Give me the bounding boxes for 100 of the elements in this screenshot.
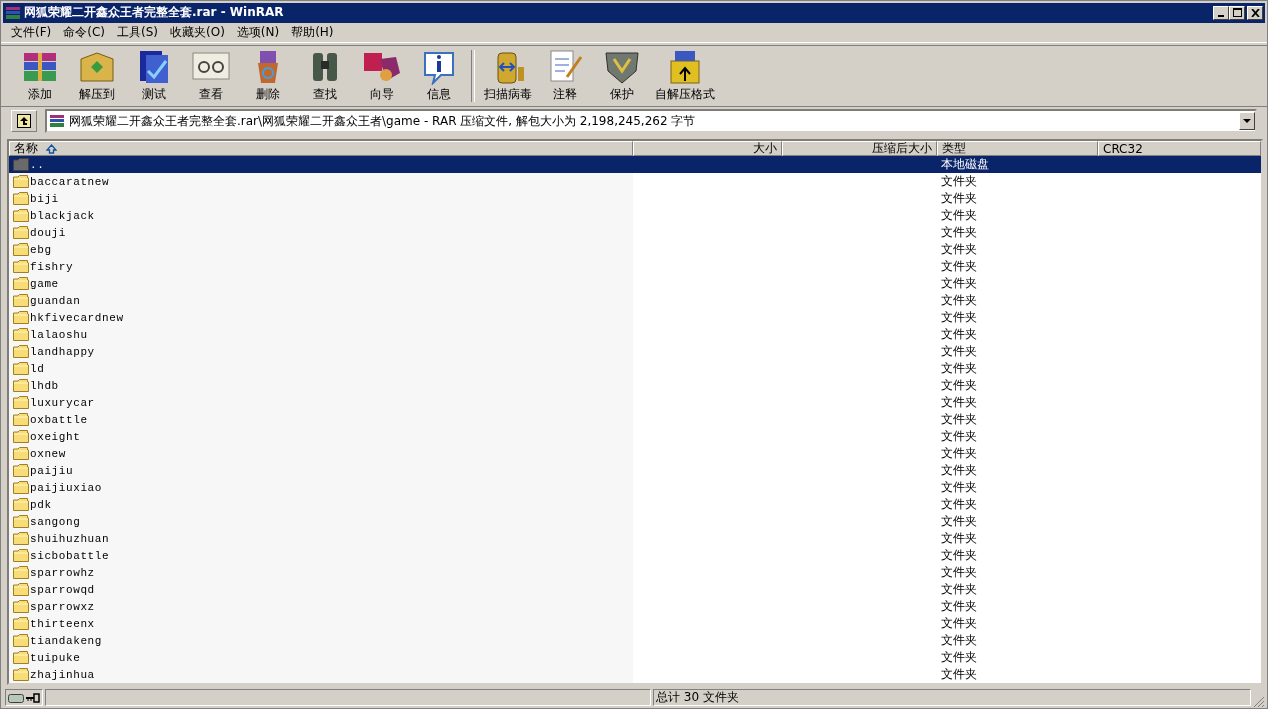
file-type: 文件夹 (941, 632, 977, 650)
folder-icon (13, 413, 29, 427)
file-row[interactable]: ebg 文件夹 (9, 241, 1261, 259)
folder-icon (13, 345, 29, 359)
close-button[interactable] (1247, 5, 1263, 20)
resize-grip-icon[interactable] (1253, 696, 1265, 708)
file-type: 文件夹 (941, 530, 977, 548)
file-type: 文件夹 (941, 343, 977, 361)
column-header[interactable]: 大小 (633, 141, 782, 157)
file-name: paijiuxiao (30, 481, 102, 494)
close-icon (1250, 8, 1260, 17)
file-type: 文件夹 (941, 394, 977, 412)
file-row[interactable]: sparrowhz 文件夹 (9, 564, 1261, 582)
file-row[interactable]: landhappy 文件夹 (9, 343, 1261, 361)
column-header[interactable]: 压缩后大小 (782, 141, 937, 157)
folder-icon (13, 447, 29, 461)
toolbar-button[interactable]: 查找 (296, 49, 353, 104)
toolbar-button[interactable]: 删除 (239, 49, 296, 104)
folder-icon (13, 600, 29, 614)
folder-icon (13, 209, 29, 223)
file-row[interactable]: tiandakeng 文件夹 (9, 632, 1261, 650)
file-row[interactable]: tuipuke 文件夹 (9, 649, 1261, 667)
file-row[interactable]: pdk 文件夹 (9, 496, 1261, 514)
file-row[interactable]: douji 文件夹 (9, 224, 1261, 242)
file-name: ld (30, 362, 45, 375)
folder-icon (13, 566, 29, 580)
minimize-button[interactable] (1213, 5, 1229, 20)
file-name: lhdb (30, 379, 59, 392)
file-type: 文件夹 (941, 207, 977, 225)
file-row[interactable]: biji 文件夹 (9, 190, 1261, 208)
toolbar-button[interactable]: 信息 (410, 49, 467, 104)
file-type: 文件夹 (941, 411, 977, 429)
menu-item[interactable]: 工具(S) (111, 24, 164, 42)
toolbar-button[interactable]: 扫描病毒 (479, 49, 536, 104)
file-row[interactable]: lhdb 文件夹 (9, 377, 1261, 395)
toolbar-button[interactable]: 解压到 (68, 49, 125, 104)
file-type: 文件夹 (941, 241, 977, 259)
file-row[interactable]: lalaoshu 文件夹 (9, 326, 1261, 344)
file-type: 文件夹 (941, 428, 977, 446)
file-row[interactable]: paijiuxiao 文件夹 (9, 479, 1261, 497)
file-name: oxnew (30, 447, 66, 460)
file-type: 文件夹 (941, 496, 977, 514)
file-row[interactable]: sparrowqd 文件夹 (9, 581, 1261, 599)
file-row[interactable]: oxeight 文件夹 (9, 428, 1261, 446)
toolbar-button[interactable]: 自解压格式 (650, 49, 720, 104)
file-row[interactable]: paijiu 文件夹 (9, 462, 1261, 480)
path-field[interactable]: 网狐荣耀二开鑫众王者完整全套.rar\网狐荣耀二开鑫众王者\game - RAR 压缩文件, 解包大小为 2,198,245,262 字节 (45, 109, 1257, 134)
folder-icon (13, 328, 29, 342)
toolbar-button[interactable]: 保护 (593, 49, 650, 104)
file-name: pdk (30, 498, 52, 511)
file-row[interactable]: oxnew 文件夹 (9, 445, 1261, 463)
file-name: oxeight (30, 430, 81, 443)
menu-item[interactable]: 命令(C) (57, 24, 111, 42)
file-row[interactable]: hkfivecardnew 文件夹 (9, 309, 1261, 327)
file-row[interactable]: guandan 文件夹 (9, 292, 1261, 310)
file-row[interactable]: luxurycar 文件夹 (9, 394, 1261, 412)
file-row[interactable]: sangong 文件夹 (9, 513, 1261, 531)
toolbar-button[interactable]: 添加 (11, 49, 68, 104)
file-type: 文件夹 (941, 666, 977, 684)
file-row[interactable]: fishry 文件夹 (9, 258, 1261, 276)
menu-item[interactable]: 文件(F) (5, 24, 58, 42)
file-row[interactable]: sicbobattle 文件夹 (9, 547, 1261, 565)
menu-item[interactable]: 收藏夹(O) (164, 24, 231, 42)
toolbar-button[interactable]: 向导 (353, 49, 410, 104)
file-name: tuipuke (30, 651, 81, 664)
maximize-button[interactable] (1229, 5, 1245, 20)
file-type: 文件夹 (941, 615, 977, 633)
file-row[interactable]: zhajinhua 文件夹 (9, 666, 1261, 684)
file-row[interactable]: .. 本地磁盘 (9, 156, 1261, 174)
file-type: 文件夹 (941, 377, 977, 395)
folder-icon (13, 464, 29, 478)
folder-icon (13, 583, 29, 597)
dropdown-button[interactable] (1239, 112, 1255, 131)
up-folder-button[interactable] (11, 110, 37, 133)
toolbar-button[interactable]: 注释 (536, 49, 593, 104)
folder-icon (13, 379, 29, 393)
file-row[interactable]: oxbattle 文件夹 (9, 411, 1261, 429)
file-type: 文件夹 (941, 598, 977, 616)
toolbar-button[interactable]: 测试 (125, 49, 182, 104)
column-header[interactable]: CRC32 (1098, 141, 1261, 157)
file-type: 文件夹 (941, 462, 977, 480)
menu-item[interactable]: 帮助(H) (285, 24, 340, 42)
folder-icon (13, 617, 29, 631)
file-type: 文件夹 (941, 445, 977, 463)
file-row[interactable]: baccaratnew 文件夹 (9, 173, 1261, 191)
file-type: 文件夹 (941, 292, 977, 310)
file-type: 文件夹 (941, 547, 977, 565)
menu-item[interactable]: 选项(N) (230, 24, 286, 42)
file-row[interactable]: shuihuzhuan 文件夹 (9, 530, 1261, 548)
file-row[interactable]: sparrowxz 文件夹 (9, 598, 1261, 616)
file-name: lalaoshu (30, 328, 88, 341)
column-header[interactable]: 名称 (9, 141, 633, 157)
file-row[interactable]: game 文件夹 (9, 275, 1261, 293)
file-row[interactable]: thirteenx 文件夹 (9, 615, 1261, 633)
toolbar-button[interactable]: 查看 (182, 49, 239, 104)
file-row[interactable]: blackjack 文件夹 (9, 207, 1261, 225)
column-header[interactable]: 类型 (937, 141, 1098, 157)
folder-icon (13, 634, 29, 648)
file-row[interactable]: ld 文件夹 (9, 360, 1261, 378)
folder-icon (13, 549, 29, 563)
